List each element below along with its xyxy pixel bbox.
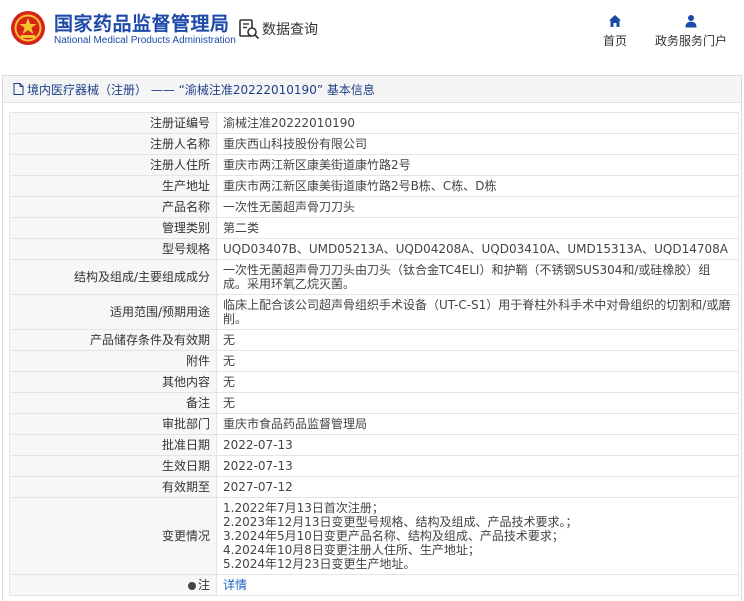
- field-value: 第二类: [216, 217, 739, 239]
- field-value: 无: [216, 329, 739, 351]
- field-label: 批准日期: [9, 434, 217, 456]
- field-label: 产品名称: [9, 196, 217, 218]
- field-value: 1.2022年7月13日首次注册； 2.2023年12月13日变更型号规格、结构…: [216, 497, 739, 575]
- field-value: 2022-07-13: [216, 455, 739, 477]
- field-label: 其他内容: [9, 371, 217, 393]
- data-query-link[interactable]: 数据查询: [238, 18, 318, 40]
- field-value: 临床上配合该公司超声骨组织手术设备（UT-C-S1）用于脊柱外科手术中对骨组织的…: [216, 294, 739, 330]
- table-row: 型号规格 UQD03407B、UMD05213A、UQD04208A、UQD034…: [9, 238, 739, 260]
- field-label: 结构及组成/主要组成成分: [9, 259, 217, 295]
- basic-info-panel: 境内医疗器械（注册） —— “渝械注准20222010190” 基本信息 注册证…: [2, 75, 742, 601]
- table-row: 管理类别 第二类: [9, 217, 739, 239]
- field-label: 生产地址: [9, 175, 217, 197]
- field-label: 备注: [9, 392, 217, 414]
- table-row: 结构及组成/主要组成成分 一次性无菌超声骨刀刀头由刀头（钛合金TC4ELI）和护鞘…: [9, 259, 739, 295]
- field-label: 有效期至: [9, 476, 217, 498]
- nav-service-portal[interactable]: 政务服务门户: [652, 14, 730, 49]
- table-row: 其他内容无: [9, 371, 739, 393]
- user-icon: [685, 15, 697, 28]
- field-label: 产品储存条件及有效期: [9, 329, 217, 351]
- document-icon: [13, 83, 24, 95]
- table-row: 注册人名称 重庆西山科技股份有限公司: [9, 133, 739, 155]
- field-label: 变更情况: [9, 497, 217, 575]
- field-value: 重庆市两江新区康美街道康竹路2号B栋、C栋、D栋: [216, 175, 739, 197]
- table-row: 生效日期 2022-07-13: [9, 455, 739, 477]
- table-row: 变更情况 1.2022年7月13日首次注册； 2.2023年12月13日变更型号规…: [9, 497, 739, 575]
- field-label: 附件: [9, 350, 217, 372]
- info-table: 注册证编号 渝械注准20222010190 注册人名称 重庆西山科技股份有限公司 注…: [9, 112, 739, 596]
- field-label: 注: [9, 574, 217, 596]
- info-dot-icon: [187, 581, 196, 590]
- field-value: UQD03407B、UMD05213A、UQD04208A、UQD03410A、…: [216, 238, 739, 260]
- field-value: 详情: [216, 574, 739, 596]
- data-query-label: 数据查询: [262, 22, 318, 38]
- field-value: 一次性无菌超声骨刀刀头: [216, 196, 739, 218]
- field-value: 无: [216, 350, 739, 372]
- field-label: 适用范围/预期用途: [9, 294, 217, 330]
- site-header: 国家药品监督管理局 National Medical Products Admi…: [0, 0, 744, 66]
- field-value: 无: [216, 392, 739, 414]
- field-label: 审批部门: [9, 413, 217, 435]
- table-row: 注册证编号 渝械注准20222010190: [9, 112, 739, 134]
- table-row: 批准日期 2022-07-13: [9, 434, 739, 456]
- note-label: 注: [197, 578, 210, 592]
- table-row: 产品储存条件及有效期无: [9, 329, 739, 351]
- field-value: 重庆市食品药品监督管理局: [216, 413, 739, 435]
- nav-home[interactable]: 首页: [600, 14, 630, 49]
- field-label: 注册人住所: [9, 154, 217, 176]
- panel-title: 境内医疗器械（注册） —— “渝械注准20222010190” 基本信息: [3, 76, 741, 103]
- field-value: 2027-07-12: [216, 476, 739, 498]
- field-value: 重庆西山科技股份有限公司: [216, 133, 739, 155]
- table-row: 注 详情: [9, 574, 739, 596]
- details-link[interactable]: 详情: [223, 578, 247, 592]
- field-label: 生效日期: [9, 455, 217, 477]
- field-value: 无: [216, 371, 739, 393]
- table-row: 生产地址 重庆市两江新区康美街道康竹路2号B栋、C栋、D栋: [9, 175, 739, 197]
- site-logo-title[interactable]: 国家药品监督管理局: [54, 9, 230, 36]
- table-row: 注册人住所 重庆市两江新区康美街道康竹路2号: [9, 154, 739, 176]
- field-value: 2022-07-13: [216, 434, 739, 456]
- table-row: 产品名称 一次性无菌超声骨刀刀头: [9, 196, 739, 218]
- field-value: 重庆市两江新区康美街道康竹路2号: [216, 154, 739, 176]
- table-row: 有效期至 2027-07-12: [9, 476, 739, 498]
- field-value: 一次性无菌超声骨刀刀头由刀头（钛合金TC4ELI）和护鞘（不锈钢SUS304和/…: [216, 259, 739, 295]
- table-row: 附件无: [9, 350, 739, 372]
- site-logo-subtitle: National Medical Products Administration: [54, 35, 236, 46]
- field-label: 注册证编号: [9, 112, 217, 134]
- field-label: 型号规格: [9, 238, 217, 260]
- table-row: 审批部门 重庆市食品药品监督管理局: [9, 413, 739, 435]
- field-label: 管理类别: [9, 217, 217, 239]
- panel-title-text: 境内医疗器械（注册） —— “渝械注准20222010190” 基本信息: [27, 82, 375, 97]
- field-label: 注册人名称: [9, 133, 217, 155]
- field-value: 渝械注准20222010190: [216, 112, 739, 134]
- table-row: 适用范围/预期用途 临床上配合该公司超声骨组织手术设备（UT-C-S1）用于脊柱外…: [9, 294, 739, 330]
- table-row: 备注无: [9, 392, 739, 414]
- nav-service-label: 政务服务门户: [654, 34, 727, 48]
- home-icon: [609, 15, 621, 27]
- nav-home-label: 首页: [602, 34, 627, 48]
- data-search-icon: [239, 19, 260, 40]
- national-emblem-icon: [11, 11, 45, 45]
